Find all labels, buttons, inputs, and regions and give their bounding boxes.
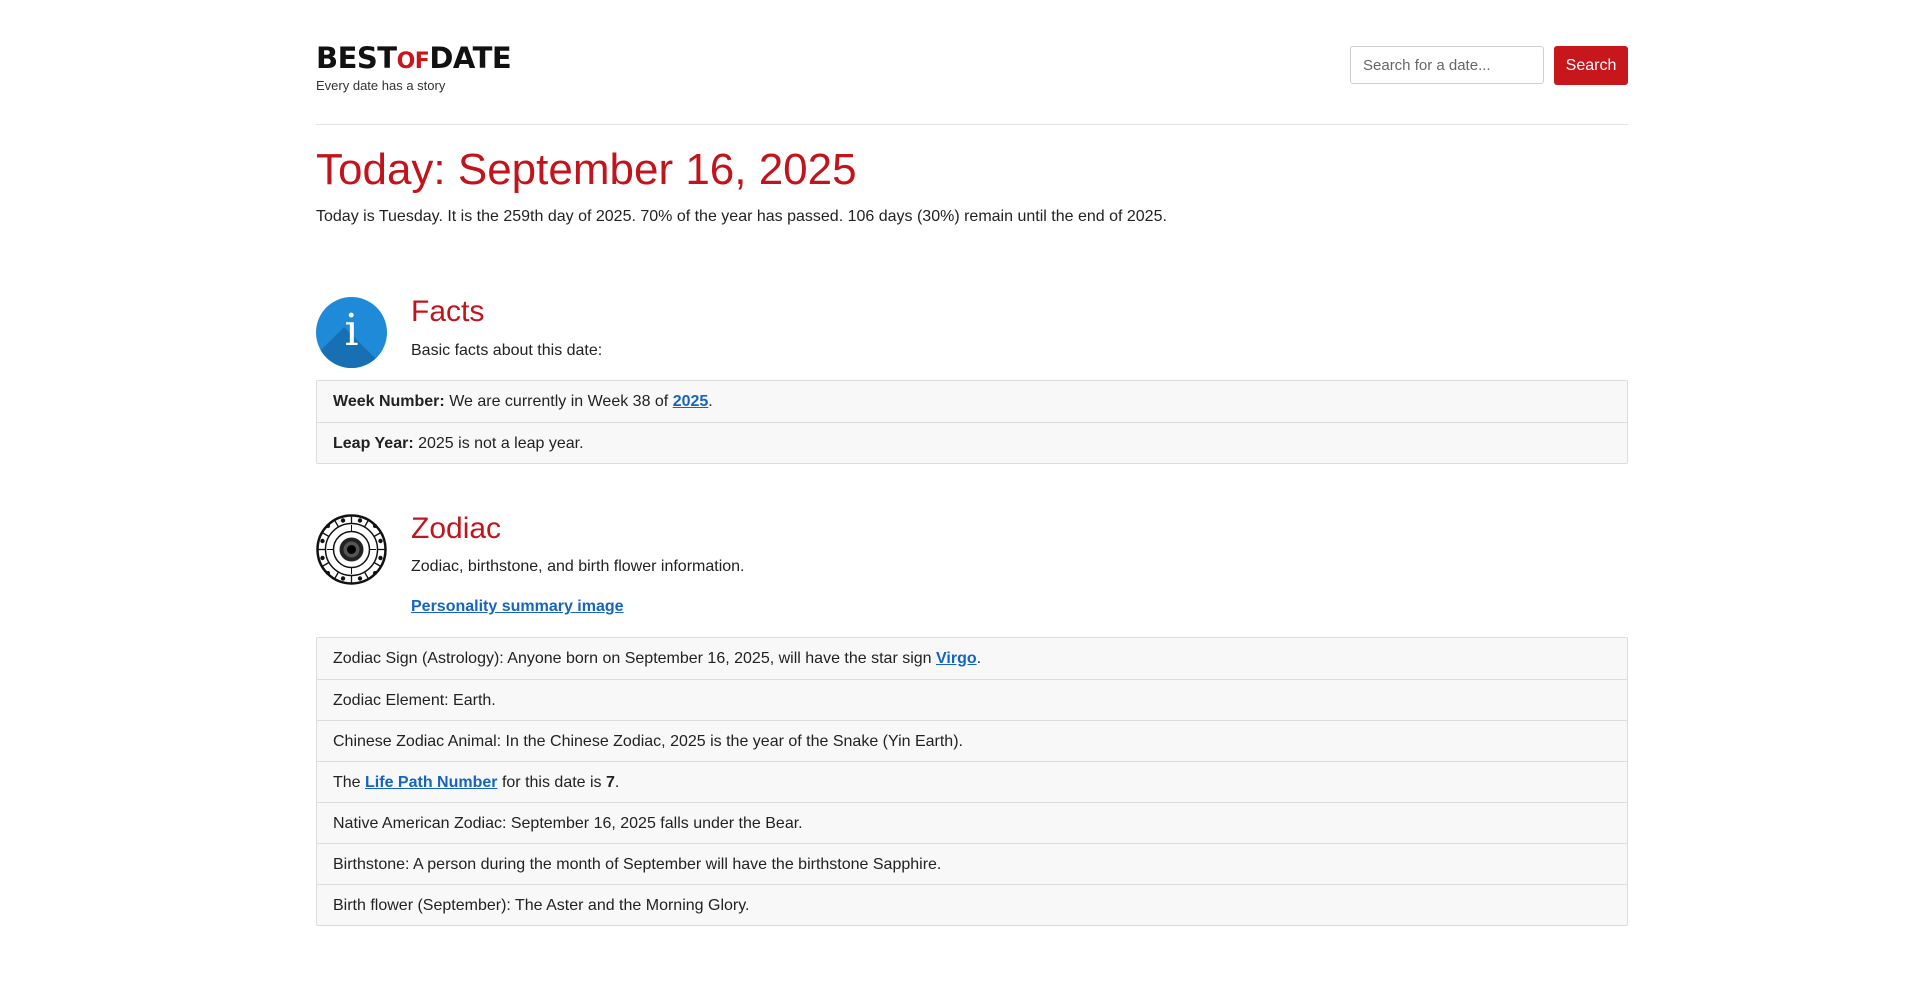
facts-title: Facts bbox=[411, 295, 485, 328]
leap-year-label: Leap Year: bbox=[333, 435, 414, 452]
page-container: BESTOFDATE Every date has a story Search… bbox=[316, 0, 1628, 926]
personality-summary-link[interactable]: Personality summary image bbox=[411, 598, 624, 615]
life-path-mid: for this date is bbox=[501, 774, 602, 791]
logo-of: OF bbox=[396, 49, 430, 74]
list-item-birthstone: Birthstone: A person during the month of… bbox=[317, 843, 1627, 884]
list-item-zodiac-element: Zodiac Element: Earth. bbox=[317, 679, 1627, 720]
search-button[interactable]: Search bbox=[1554, 46, 1628, 85]
intro-text: Today is Tuesday. It is the 259th day of… bbox=[316, 208, 1167, 225]
logo-tagline: Every date has a story bbox=[316, 78, 446, 93]
zodiac-title: Zodiac bbox=[411, 512, 502, 545]
life-path-end: . bbox=[614, 774, 620, 791]
facts-subtitle: Basic facts about this date: bbox=[411, 342, 603, 359]
list-item-chinese-zodiac: Chinese Zodiac Animal: In the Chinese Zo… bbox=[317, 720, 1627, 761]
life-path-number-link[interactable]: Life Path Number bbox=[365, 774, 497, 791]
info-icon-glyph: i bbox=[344, 305, 359, 356]
life-path-pre: The bbox=[333, 774, 361, 791]
virgo-link[interactable]: Virgo bbox=[936, 650, 977, 667]
logo-best: BEST bbox=[316, 41, 397, 75]
site-logo[interactable]: BESTOFDATE Every date has a story bbox=[316, 41, 512, 94]
list-item-zodiac-sign: Zodiac Sign (Astrology): Anyone born on … bbox=[317, 638, 1627, 679]
list-item-week-number: Week Number: We are currently in Week 38… bbox=[317, 381, 1627, 422]
year-link[interactable]: 2025 bbox=[673, 393, 709, 410]
list-item-native-american-zodiac: Native American Zodiac: September 16, 20… bbox=[317, 802, 1627, 843]
facts-list: Week Number: We are currently in Week 38… bbox=[316, 380, 1628, 464]
search-form: Search bbox=[1350, 46, 1628, 85]
personality-link-wrap: Personality summary image bbox=[411, 597, 624, 617]
life-path-number-value: 7 bbox=[606, 774, 615, 791]
list-item-leap-year: Leap Year: 2025 is not a leap year. bbox=[317, 422, 1627, 463]
zodiac-wheel-icon bbox=[316, 514, 387, 585]
logo-wordmark[interactable]: BESTOFDATE bbox=[316, 41, 512, 78]
list-item-birth-flower: Birth flower (September): The Aster and … bbox=[317, 884, 1627, 925]
leap-year-text: 2025 is not a leap year. bbox=[418, 435, 584, 452]
week-number-end: . bbox=[708, 393, 713, 410]
zodiac-list: Zodiac Sign (Astrology): Anyone born on … bbox=[316, 637, 1628, 926]
zodiac-sign-text: Zodiac Sign (Astrology): Anyone born on … bbox=[333, 650, 932, 667]
zodiac-wheel-svg bbox=[316, 514, 387, 585]
zodiac-subtitle: Zodiac, birthstone, and birth flower inf… bbox=[411, 558, 745, 575]
week-number-label: Week Number: bbox=[333, 393, 445, 410]
zodiac-sign-end: . bbox=[976, 650, 982, 667]
info-icon: i bbox=[316, 297, 387, 368]
site-header: BESTOFDATE Every date has a story Search bbox=[316, 0, 1628, 125]
page-title: Today: September 16, 2025 bbox=[316, 145, 857, 194]
search-input[interactable] bbox=[1350, 46, 1544, 84]
list-item-life-path: The Life Path Number for this date is 7. bbox=[317, 761, 1627, 802]
logo-date: DATE bbox=[429, 41, 512, 75]
week-number-text: We are currently in Week 38 of bbox=[449, 393, 669, 410]
